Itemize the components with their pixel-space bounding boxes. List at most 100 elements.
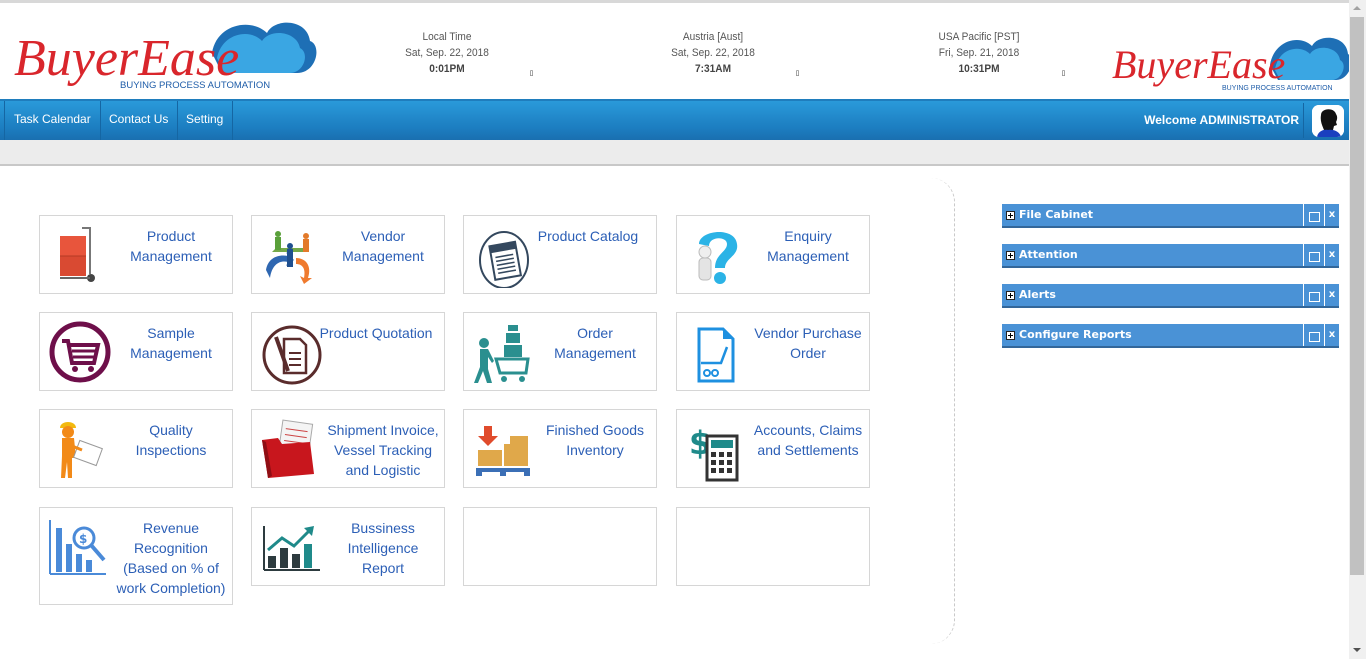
widget-title[interactable]: Attention <box>1019 244 1078 266</box>
page: BuyerEase BUYING PROCESS AUTOMATION Loca… <box>0 0 1352 659</box>
inventory-boxes-icon <box>470 416 536 482</box>
logo-brand-text: BuyerEase <box>1112 42 1285 87</box>
buyerease-logo-right: BuyerEase BUYING PROCESS AUTOMATION <box>1110 30 1352 95</box>
tile-product-quotation[interactable]: Product Quotation <box>251 312 445 391</box>
tile-label: Vendor Management <box>342 228 424 264</box>
shopping-cart-circle-icon <box>46 319 112 385</box>
navbar: Task Calendar Contact Us Setting Welcome… <box>0 99 1349 140</box>
tile-vendor-management[interactable]: Vendor Management <box>251 215 445 294</box>
expand-icon[interactable] <box>1006 331 1015 340</box>
tile-empty-1 <box>463 507 657 586</box>
tile-business-intelligence[interactable]: Bussiness Intelligence Report <box>251 507 445 586</box>
tile-product-catalog[interactable]: Product Catalog <box>463 215 657 294</box>
tile-sample-management[interactable]: Sample Management <box>39 312 233 391</box>
widget-title[interactable]: Alerts <box>1019 284 1056 306</box>
purchase-order-cart-icon <box>683 319 749 385</box>
close-icon[interactable]: x <box>1324 204 1339 226</box>
nav-contact-us[interactable]: Contact Us <box>100 101 179 140</box>
welcome-text: Welcome ADMINISTRATOR <box>1144 113 1299 127</box>
expand-icon[interactable] <box>1006 211 1015 220</box>
maximize-icon[interactable] <box>1303 244 1323 266</box>
widget-title[interactable]: Configure Reports <box>1019 324 1132 346</box>
tile-quality-inspections[interactable]: Quality Inspections <box>39 409 233 488</box>
clock-date: Sat, Sep. 22, 2018 <box>671 47 755 59</box>
header: BuyerEase BUYING PROCESS AUTOMATION Loca… <box>0 3 1352 100</box>
tile-label: Shipment Invoice, Vessel Tracking and Lo… <box>327 422 439 478</box>
inspector-clipboard-icon <box>46 416 112 482</box>
logo-tagline: BUYING PROCESS AUTOMATION <box>120 80 270 91</box>
clock-indicator-icon: ▯ <box>1061 70 1066 77</box>
widget-attention: Attention x <box>1002 244 1339 268</box>
tile-label: Sample Management <box>130 325 212 361</box>
clock-time: 7:31AM <box>695 63 731 75</box>
scroll-thumb[interactable] <box>1350 17 1364 575</box>
tile-label: Quality Inspections <box>135 422 207 458</box>
widget-title[interactable]: File Cabinet <box>1019 204 1093 226</box>
tile-enquiry-management[interactable]: Enquiry Management <box>676 215 870 294</box>
tile-label: Accounts, Claims and Settlements <box>753 422 863 458</box>
tile-label: Bussiness Intelligence Report <box>347 520 419 576</box>
question-mark-figure-icon <box>683 222 749 288</box>
revenue-chart-magnifier-icon: $ <box>46 514 112 580</box>
tile-empty-2 <box>676 507 870 586</box>
clock-name: Local Time <box>422 31 472 43</box>
bi-chart-icon <box>258 514 324 580</box>
tile-accounts-claims[interactable]: $ Accounts, Claims and Settlements <box>676 409 870 488</box>
maximize-icon[interactable] <box>1303 204 1323 226</box>
tile-product-management[interactable]: Product Management <box>39 215 233 294</box>
tile-label: Enquiry Management <box>767 228 849 264</box>
clock-indicator-icon: ▯ <box>529 70 534 77</box>
tile-vendor-purchase-order[interactable]: Vendor Purchase Order <box>676 312 870 391</box>
tile-label: Vendor Purchase Order <box>754 325 862 361</box>
hand-truck-boxes-icon <box>46 222 112 288</box>
tile-label: Product Management <box>130 228 212 264</box>
calculator-dollar-icon: $ <box>683 416 749 482</box>
avatar-divider <box>1303 103 1304 138</box>
widget-file-cabinet: File Cabinet x <box>1002 204 1339 228</box>
person-pushing-cart-icon <box>470 319 536 385</box>
clock-time: 0:01PM <box>429 63 465 75</box>
nav-setting[interactable]: Setting <box>177 101 234 140</box>
clock-date: Fri, Sep. 21, 2018 <box>938 47 1020 59</box>
close-icon[interactable]: x <box>1324 244 1339 266</box>
red-folder-invoice-icon <box>258 416 324 482</box>
sub-toolbar <box>0 140 1349 166</box>
tile-label: Finished Goods Inventory <box>545 422 645 458</box>
tile-finished-goods-inventory[interactable]: Finished Goods Inventory <box>463 409 657 488</box>
logo-brand-text: BuyerEase <box>14 30 239 87</box>
svg-text:$: $ <box>79 532 87 546</box>
maximize-icon[interactable] <box>1303 284 1323 306</box>
buyerease-logo[interactable]: BuyerEase BUYING PROCESS AUTOMATION <box>12 13 317 93</box>
close-icon[interactable]: x <box>1324 284 1339 306</box>
clock-austria: Austria [Aust] Sat, Sep. 22, 2018 7:31AM… <box>621 29 805 77</box>
tile-order-management[interactable]: Order Management <box>463 312 657 391</box>
clock-usa-pacific: USA Pacific [PST] Fri, Sep. 21, 2018 10:… <box>887 29 1071 77</box>
clock-indicator-icon: ▯ <box>795 70 800 77</box>
scroll-down-arrow-icon[interactable] <box>1353 648 1361 652</box>
scroll-up-arrow-icon[interactable] <box>1353 6 1361 10</box>
close-icon[interactable]: x <box>1324 324 1339 346</box>
tile-label: Product Quotation <box>319 325 433 341</box>
widget-alerts: Alerts x <box>1002 284 1339 308</box>
tile-shipment-invoice[interactable]: Shipment Invoice, Vessel Tracking and Lo… <box>251 409 445 488</box>
clock-time: 10:31PM <box>958 63 1000 75</box>
nav-task-calendar[interactable]: Task Calendar <box>4 101 101 140</box>
buyerease-logo-graphic: BuyerEase BUYING PROCESS AUTOMATION <box>14 22 317 91</box>
expand-icon[interactable] <box>1006 291 1015 300</box>
maximize-icon[interactable] <box>1303 324 1323 346</box>
tile-label: Order Management <box>554 325 636 361</box>
widget-configure-reports: Configure Reports x <box>1002 324 1339 348</box>
vendor-cycle-people-icon <box>258 222 324 288</box>
clock-name: Austria [Aust] <box>682 31 744 43</box>
clock-name: USA Pacific [PST] <box>938 31 1020 43</box>
user-avatar-icon[interactable] <box>1312 105 1344 137</box>
tile-label: Product Catalog <box>537 228 639 244</box>
logo-tagline: BUYING PROCESS AUTOMATION <box>1222 85 1333 92</box>
tile-label: Revenue Recognition (Based on % of work … <box>116 520 226 596</box>
tile-revenue-recognition[interactable]: $ Revenue Recognition (Based on % of wor… <box>39 507 233 605</box>
clock-date: Sat, Sep. 22, 2018 <box>405 47 489 59</box>
clock-local: Local Time Sat, Sep. 22, 2018 0:01PM ▯ <box>355 29 539 77</box>
expand-icon[interactable] <box>1006 251 1015 260</box>
vertical-scrollbar[interactable] <box>1349 0 1366 659</box>
buyerease-logo-right-graphic: BuyerEase BUYING PROCESS AUTOMATION <box>1112 37 1352 92</box>
